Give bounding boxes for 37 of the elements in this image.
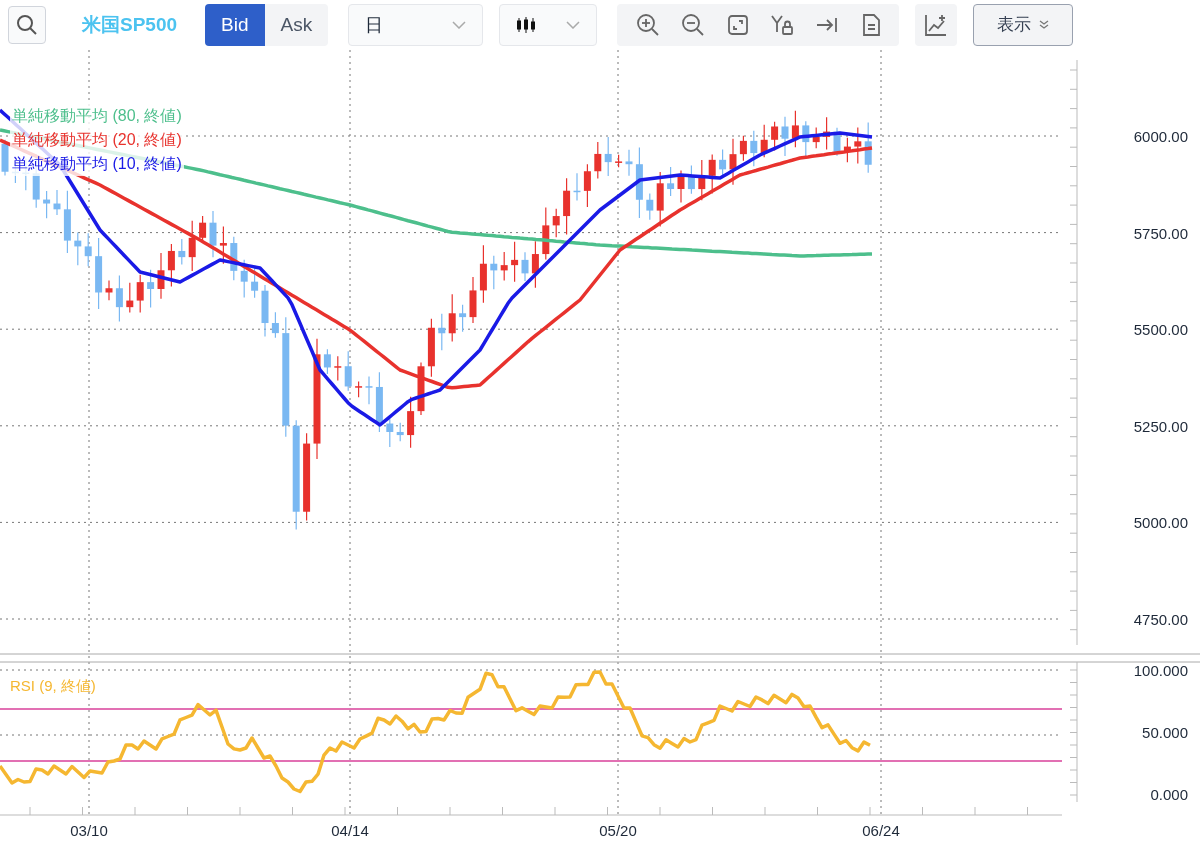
legend-label: 単純移動平均 (10, 終値) <box>10 152 184 176</box>
chevron-down-icon <box>566 21 581 29</box>
date-axis-label: 04/14 <box>330 821 370 841</box>
chevron-down-icon <box>452 21 467 29</box>
price-axis-label: 5250.00 <box>1132 416 1188 437</box>
price-axis-label: 6000.00 <box>1132 127 1188 147</box>
rsi-axis-label: 0.000 <box>1149 785 1188 805</box>
price-axis-label: 5000.00 <box>1132 513 1188 534</box>
fit-screen-icon[interactable] <box>726 14 749 36</box>
rsi-axis-label: 50.000 <box>1141 723 1188 743</box>
double-chevron-icon <box>1039 20 1050 30</box>
date-axis-label: 06/24 <box>861 821 901 841</box>
axis-lock-icon[interactable] <box>769 14 794 36</box>
chart-type-dropdown[interactable] <box>499 4 598 46</box>
date-axis-label: 05/20 <box>598 821 638 841</box>
zoom-out-icon[interactable] <box>681 13 706 37</box>
search-icon <box>16 14 38 36</box>
price-axis-label: 4750.00 <box>1132 610 1188 630</box>
chart-plus-icon <box>924 13 949 37</box>
add-indicator-button[interactable] <box>915 4 958 46</box>
zoom-in-icon[interactable] <box>635 13 660 37</box>
date-axis-label: 03/10 <box>69 821 109 841</box>
price-tab[interactable]: Ask <box>264 4 329 46</box>
price-axis-label: 5500.00 <box>1132 320 1188 341</box>
legend-label: 単純移動平均 (80, 終値) <box>10 104 184 128</box>
rsi-axis-label: 100.000 <box>1132 661 1188 681</box>
legend-label: 単純移動平均 (20, 終値) <box>10 128 184 152</box>
price-tab[interactable]: Bid <box>205 4 265 46</box>
legend-label: RSI (9, 終値) <box>10 676 96 696</box>
search-button[interactable] <box>8 6 46 44</box>
document-icon[interactable] <box>860 13 881 37</box>
price-axis-label: 5750.00 <box>1132 223 1188 244</box>
candlestick-icon <box>516 15 537 35</box>
display-button[interactable]: 表示 <box>973 4 1074 46</box>
symbol-name: 米国SP500 <box>82 12 178 37</box>
period-dropdown[interactable]: 日 <box>348 4 484 46</box>
jump-to-end-icon[interactable] <box>815 15 840 35</box>
